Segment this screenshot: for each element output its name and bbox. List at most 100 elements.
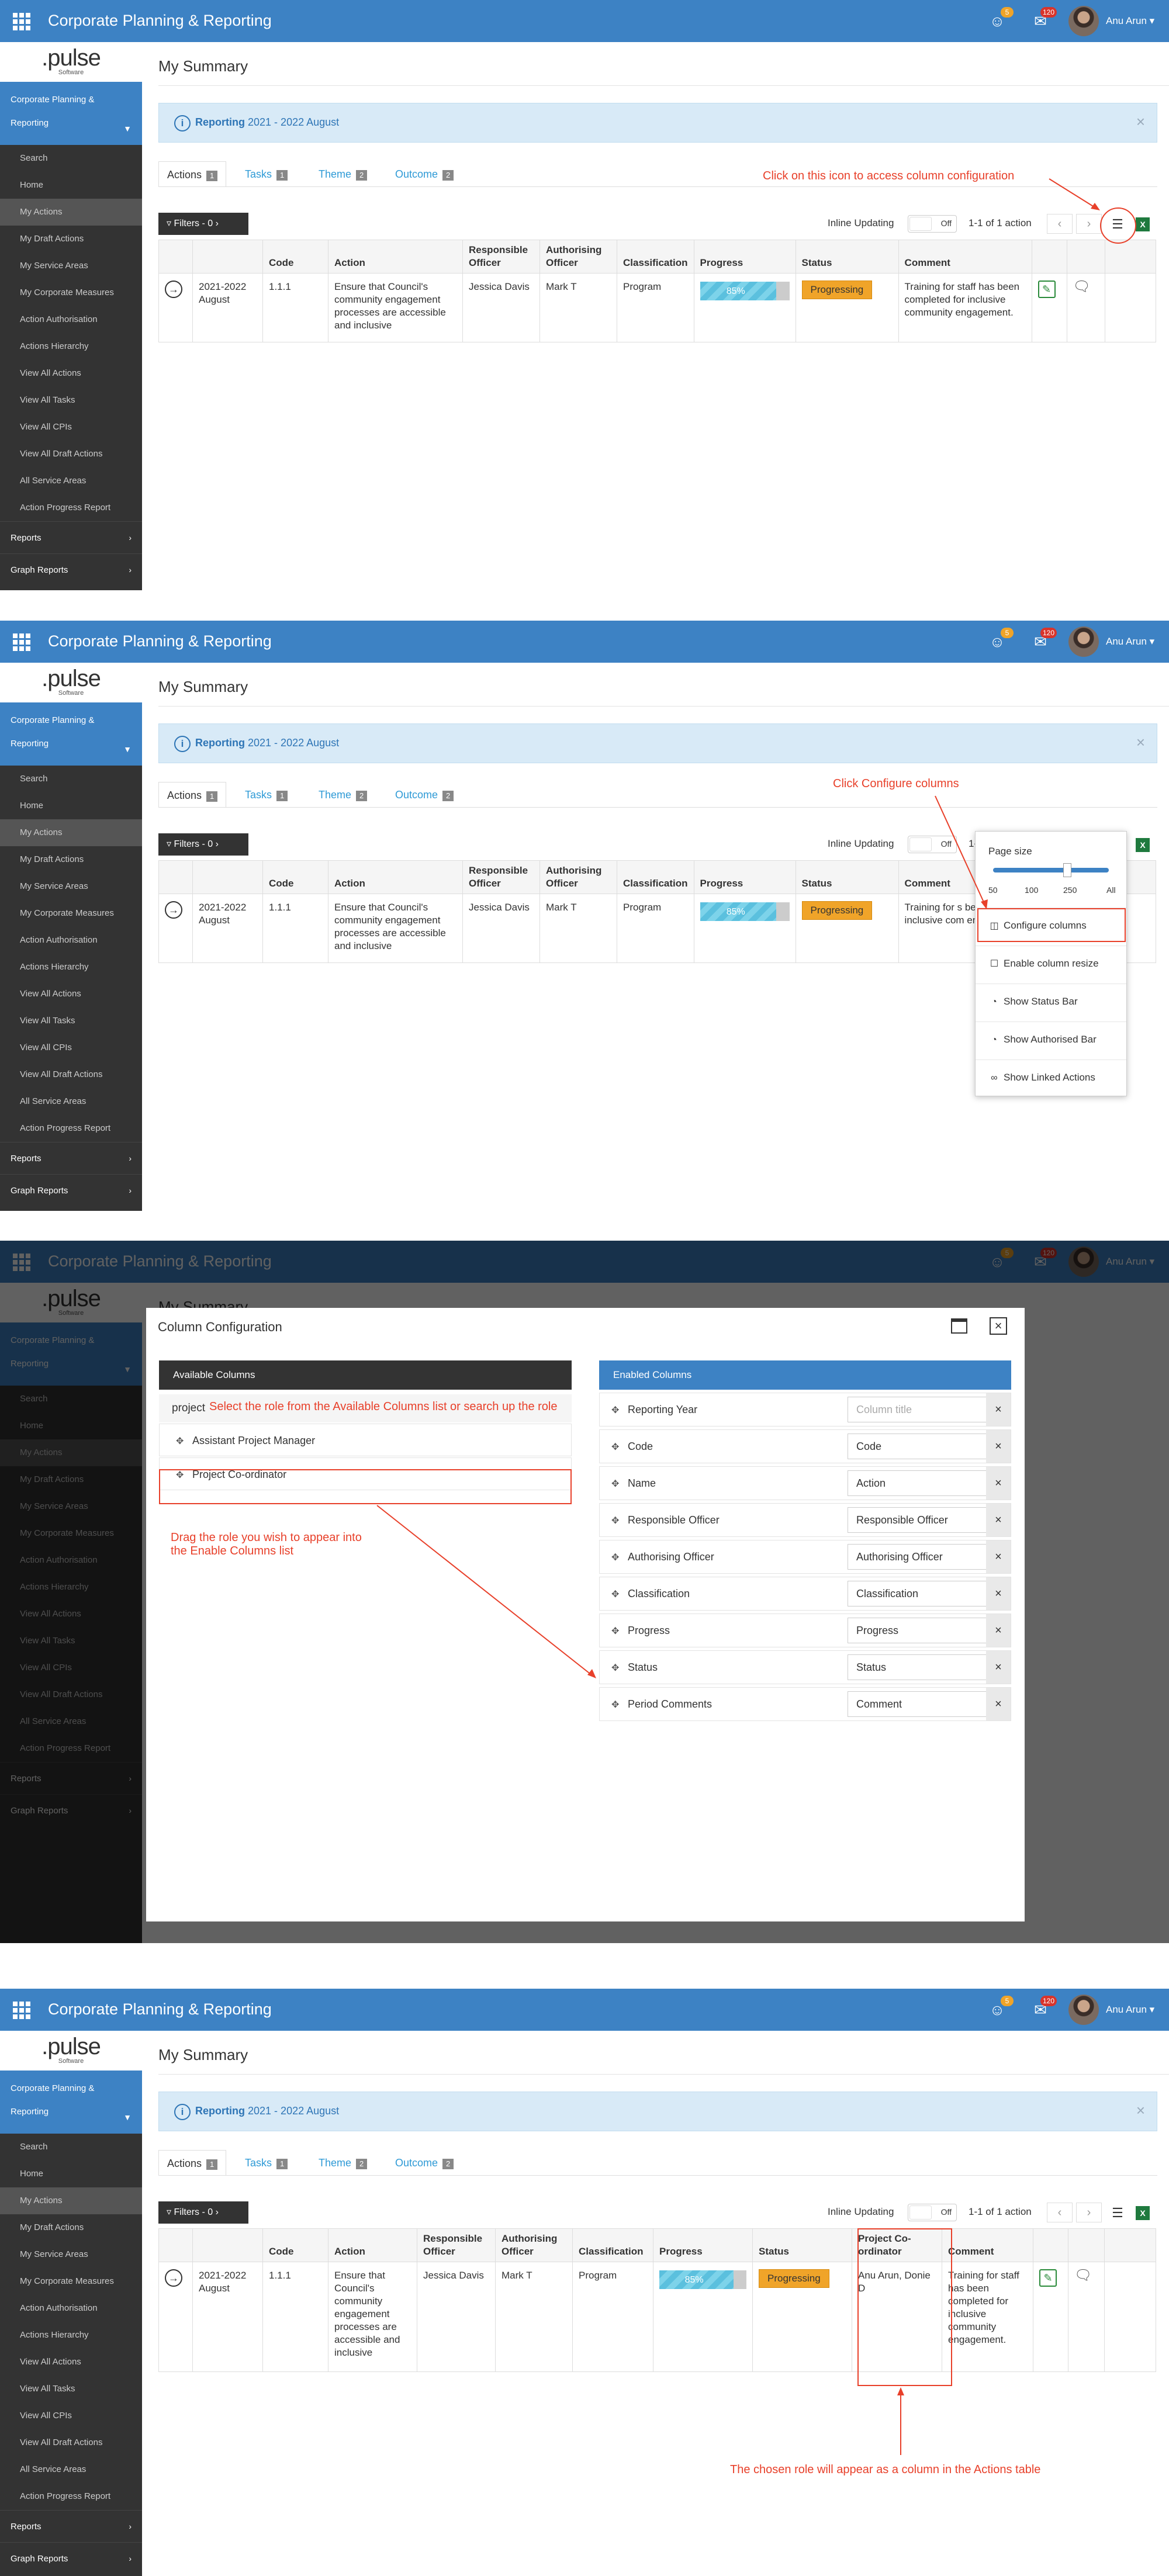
sidebar-item-view-all-tasks[interactable]: View All Tasks (0, 1007, 142, 1034)
drag-handle-icon[interactable]: ✥ (611, 1652, 624, 1685)
sidebar-item-view-all-draft-actions[interactable]: View All Draft Actions (0, 1061, 142, 1088)
prev-page-button[interactable]: ‹ (1047, 214, 1073, 234)
sidebar-item-my-corporate-measures[interactable]: My Corporate Measures (0, 900, 142, 927)
col-header-action[interactable]: Action (328, 240, 463, 273)
sidebar-section-graph-reports[interactable]: Graph Reports › (0, 553, 142, 586)
tab-tasks[interactable]: Tasks 1 (245, 782, 288, 808)
tab-theme[interactable]: Theme 2 (319, 782, 368, 808)
remove-column-button[interactable]: × (986, 1430, 1011, 1463)
sidebar-item-my-actions[interactable]: My Actions (0, 819, 142, 846)
col-header-progress[interactable]: Progress (693, 860, 796, 894)
sidebar-item-home[interactable]: Home (0, 2160, 142, 2187)
col-header-authorising[interactable]: Authorising Officer (539, 860, 617, 894)
tab-theme[interactable]: Theme 2 (319, 161, 368, 187)
drag-handle-icon[interactable]: ✥ (611, 1431, 624, 1464)
remove-column-button[interactable]: × (986, 1540, 1011, 1573)
enabled-column-item[interactable]: ✥ Status Status × (599, 1650, 1011, 1684)
tab-tasks[interactable]: Tasks 1 (245, 161, 288, 187)
enabled-column-item[interactable]: ✥ Responsible Officer Responsible Officer × (599, 1503, 1011, 1537)
comment-icon[interactable]: 🗨 (1074, 2269, 1092, 2283)
column-title-input[interactable]: Code (848, 1434, 987, 1459)
column-title-input[interactable]: Authorising Officer (848, 1544, 987, 1570)
close-icon[interactable]: × (1136, 2101, 1145, 2120)
inline-updating-toggle[interactable]: Off (908, 836, 957, 853)
enabled-column-item[interactable]: ✥ Authorising Officer Authorising Officer × (599, 1540, 1011, 1574)
sidebar-item-view-all-actions[interactable]: View All Actions (0, 360, 142, 387)
excel-icon[interactable]: X (1136, 2206, 1150, 2220)
col-header-progress[interactable]: Progress (693, 240, 796, 273)
sidebar-item-view-all-tasks[interactable]: View All Tasks (0, 387, 142, 414)
sidebar-item-actions-hierarchy[interactable]: Actions Hierarchy (0, 954, 142, 981)
sidebar-group-corporate-planning[interactable]: Corporate Planning & Reporting ▼ (0, 82, 142, 145)
inline-updating-toggle[interactable]: Off (908, 2204, 957, 2221)
filters-button[interactable]: ▿ Filters - 0 › (158, 2201, 248, 2224)
sidebar-item-search[interactable]: Search (0, 145, 142, 172)
enabled-column-item[interactable]: ✥ Name Action × (599, 1466, 1011, 1500)
close-icon[interactable]: × (1136, 113, 1145, 131)
sidebar-item-all-service-areas[interactable]: All Service Areas (0, 468, 142, 494)
comment-icon[interactable]: 🗨 (1073, 280, 1091, 294)
tab-outcome[interactable]: Outcome 2 (395, 782, 454, 808)
bell-icon[interactable]: ☺5 (987, 1996, 1014, 2020)
remove-column-button[interactable]: × (986, 1688, 1011, 1720)
col-header-authorising[interactable]: Authorising Officer (539, 240, 617, 273)
sidebar-item-actions-hierarchy[interactable]: Actions Hierarchy (0, 2322, 142, 2349)
tab-actions[interactable]: Actions 1 (158, 2150, 227, 2176)
remove-column-button[interactable]: × (986, 1651, 1011, 1684)
maximize-icon[interactable] (951, 1318, 967, 1334)
excel-icon[interactable]: X (1136, 838, 1150, 852)
sidebar-item-view-all-cpis[interactable]: View All CPIs (0, 1034, 142, 1061)
remove-column-button[interactable]: × (986, 1614, 1011, 1647)
col-header-responsible[interactable]: Responsible Officer (462, 860, 540, 894)
bell-icon[interactable]: ☺5 (987, 628, 1014, 652)
remove-column-button[interactable]: × (986, 1393, 1011, 1426)
col-header-code[interactable]: Code (262, 240, 328, 273)
sidebar-item-action-progress-report[interactable]: Action Progress Report (0, 494, 142, 521)
arrow-circle-right-icon[interactable]: → (165, 2269, 182, 2287)
drag-handle-icon[interactable]: ✥ (611, 1505, 624, 1538)
drag-handle-icon[interactable]: ✥ (611, 1468, 624, 1501)
col-header-code[interactable]: Code (262, 860, 328, 894)
col-header-status[interactable]: Status (795, 860, 899, 894)
col-header-responsible[interactable]: Responsible Officer (417, 2228, 496, 2262)
mail-icon[interactable]: ✉120 (1030, 7, 1057, 32)
enabled-column-item[interactable]: ✥ Period Comments Comment × (599, 1687, 1011, 1721)
user-menu[interactable]: Anu Arun ▾ (1106, 636, 1154, 648)
column-title-input[interactable]: Status (848, 1654, 987, 1680)
column-title-input[interactable]: Action (848, 1470, 987, 1496)
sidebar-item-my-draft-actions[interactable]: My Draft Actions (0, 226, 142, 252)
logo[interactable]: .pulseSoftware (0, 2031, 142, 2071)
close-icon[interactable]: × (990, 1317, 1007, 1335)
avatar[interactable] (1068, 6, 1099, 36)
remove-column-button[interactable]: × (986, 1467, 1011, 1500)
tab-theme[interactable]: Theme 2 (319, 2150, 368, 2176)
sidebar-section-graph-reports[interactable]: Graph Reports › (0, 1174, 142, 1206)
sidebar-item-search[interactable]: Search (0, 766, 142, 792)
column-title-input[interactable]: Comment (848, 1691, 987, 1717)
tab-tasks[interactable]: Tasks 1 (245, 2150, 288, 2176)
col-header-authorising[interactable]: Authorising Officer (495, 2228, 573, 2262)
sidebar-item-home[interactable]: Home (0, 792, 142, 819)
apps-grid-icon[interactable] (13, 633, 30, 651)
col-header-classification[interactable]: Classification (572, 2228, 653, 2262)
sidebar-item-view-all-actions[interactable]: View All Actions (0, 981, 142, 1007)
avatar[interactable] (1068, 1995, 1099, 2025)
drag-handle-icon[interactable]: ✥ (611, 1394, 624, 1427)
next-page-button[interactable]: › (1076, 2203, 1102, 2222)
slider-handle[interactable] (1063, 863, 1071, 877)
sidebar-item-action-authorisation[interactable]: Action Authorisation (0, 927, 142, 954)
tab-actions[interactable]: Actions 1 (158, 782, 227, 808)
sidebar-section-reports[interactable]: Reports › (0, 2510, 142, 2542)
edit-icon[interactable]: ✎ (1039, 2269, 1057, 2287)
column-title-input[interactable]: Column title (848, 1397, 987, 1422)
sidebar-item-view-all-cpis[interactable]: View All CPIs (0, 2402, 142, 2429)
avatar[interactable] (1068, 626, 1099, 657)
sidebar-item-my-actions[interactable]: My Actions (0, 2187, 142, 2214)
remove-column-button[interactable]: × (986, 1577, 1011, 1610)
logo[interactable]: .pulseSoftware (0, 663, 142, 702)
column-title-input[interactable]: Classification (848, 1581, 987, 1606)
col-header-action[interactable]: Action (328, 860, 463, 894)
filters-button[interactable]: ▿ Filters - 0 › (158, 833, 248, 856)
sidebar-section-graph-reports[interactable]: Graph Reports › (0, 2542, 142, 2574)
drag-handle-icon[interactable]: ✥ (176, 1425, 189, 1458)
